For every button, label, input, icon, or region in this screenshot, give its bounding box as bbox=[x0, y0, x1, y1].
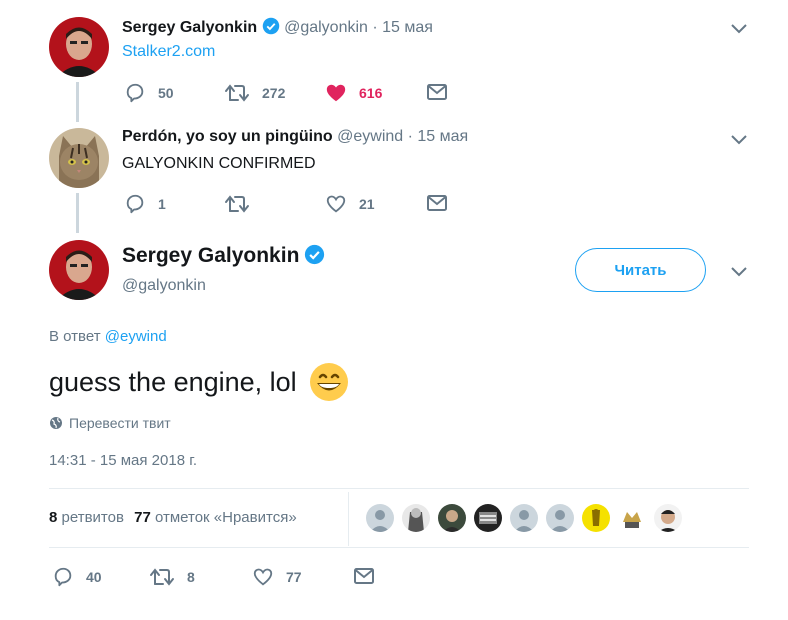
tweet1-header: Sergey Galyonkin @galyonkin · 15 мая bbox=[122, 17, 433, 37]
reply-to-link[interactable]: @eywind bbox=[105, 328, 167, 345]
heart-filled-icon bbox=[326, 84, 346, 102]
chevron-down-icon[interactable] bbox=[730, 266, 748, 278]
tweet2-author-name[interactable]: Perdón, yo soy un pingüino bbox=[122, 128, 333, 145]
chevron-down-icon[interactable] bbox=[730, 134, 748, 146]
tweet1-message-button[interactable] bbox=[426, 82, 460, 102]
reply-icon bbox=[126, 83, 144, 103]
envelope-icon bbox=[354, 568, 374, 584]
retweets-count: 8 bbox=[49, 509, 58, 526]
globe-icon bbox=[50, 417, 62, 429]
liker-avatar[interactable] bbox=[438, 504, 466, 532]
heart-icon bbox=[326, 195, 346, 213]
retweets-label: ретвитов bbox=[61, 509, 124, 526]
main-reply-button[interactable]: 40 bbox=[52, 566, 102, 588]
tweet2-header: Perdón, yo soy un pingüino @eywind · 15 … bbox=[122, 128, 468, 146]
tweet2-retweet-button[interactable] bbox=[224, 193, 262, 215]
thread-line bbox=[76, 82, 79, 122]
divider bbox=[348, 492, 349, 546]
engagement-stats: 8 ретвитов 77 отметок «Нравится» bbox=[49, 509, 297, 526]
chevron-down-icon[interactable] bbox=[730, 23, 748, 35]
liker-avatar[interactable] bbox=[654, 504, 682, 532]
tweet1-link[interactable]: Stalker2.com bbox=[122, 43, 215, 61]
translate-label: Перевести твит bbox=[69, 415, 171, 431]
main-tweet-text: guess the engine, lol bbox=[49, 366, 297, 397]
tweet2-reply-count: 1 bbox=[158, 196, 166, 212]
retweet-icon bbox=[225, 195, 249, 213]
grinning-face-emoji bbox=[309, 363, 348, 401]
main-author-name[interactable]: Sergey Galyonkin bbox=[122, 244, 299, 267]
main-tweet-text-wrap: guess the engine, lol bbox=[49, 362, 349, 402]
envelope-icon bbox=[427, 84, 447, 100]
main-author: Sergey Galyonkin bbox=[122, 244, 325, 268]
reply-icon bbox=[126, 194, 144, 214]
tweet2-like-button[interactable]: 21 bbox=[325, 193, 375, 215]
follow-button[interactable]: Читать bbox=[575, 248, 706, 292]
tweet1-retweet-button[interactable]: 272 bbox=[224, 82, 285, 104]
reply-prefix: В ответ bbox=[49, 328, 101, 345]
main-message-button[interactable] bbox=[353, 566, 387, 586]
main-like-button[interactable]: 77 bbox=[252, 566, 302, 588]
main-like-count: 77 bbox=[286, 569, 302, 585]
liker-avatar[interactable] bbox=[366, 504, 394, 532]
divider bbox=[49, 488, 749, 489]
thread-line bbox=[76, 193, 79, 233]
likes-label: отметок «Нравится» bbox=[154, 509, 297, 526]
tweet2-handle[interactable]: @eywind bbox=[337, 128, 403, 145]
liker-avatar[interactable] bbox=[582, 504, 610, 532]
envelope-icon bbox=[427, 195, 447, 211]
tweet1-reply-button[interactable]: 50 bbox=[124, 82, 174, 104]
main-handle[interactable]: @galyonkin bbox=[122, 277, 206, 295]
reply-icon bbox=[54, 567, 72, 587]
main-retweet-button[interactable]: 8 bbox=[149, 566, 195, 588]
liker-avatar[interactable] bbox=[510, 504, 538, 532]
verified-icon bbox=[304, 244, 324, 265]
tweet2-date[interactable]: · 15 мая bbox=[408, 128, 469, 145]
tweet2-text: GALYONKIN CONFIRMED bbox=[122, 155, 316, 172]
tweet1-handle[interactable]: @galyonkin bbox=[284, 19, 368, 36]
tweet1-like-button[interactable]: 616 bbox=[325, 82, 382, 104]
divider bbox=[49, 547, 749, 548]
verified-icon bbox=[262, 17, 279, 35]
likes-count: 77 bbox=[134, 509, 151, 526]
liker-avatar[interactable] bbox=[618, 504, 646, 532]
retweets-stat[interactable]: 8 ретвитов bbox=[49, 509, 124, 526]
likes-stat[interactable]: 77 отметок «Нравится» bbox=[134, 509, 297, 526]
tweet1-reply-count: 50 bbox=[158, 85, 174, 101]
tweet1-date[interactable]: · 15 мая bbox=[372, 19, 433, 36]
reply-context: В ответ @eywind bbox=[49, 328, 167, 345]
tweet1-retweet-count: 272 bbox=[262, 85, 286, 101]
avatar-galyonkin-main[interactable] bbox=[49, 240, 109, 300]
retweet-icon bbox=[150, 568, 174, 586]
heart-icon bbox=[253, 568, 273, 586]
avatar-eywind[interactable] bbox=[49, 128, 109, 188]
main-retweet-count: 8 bbox=[187, 569, 195, 585]
tweet2-reply-button[interactable]: 1 bbox=[124, 193, 166, 215]
tweet1-author-name[interactable]: Sergey Galyonkin bbox=[122, 19, 257, 36]
liker-avatar[interactable] bbox=[546, 504, 574, 532]
tweet2-message-button[interactable] bbox=[426, 193, 460, 213]
liker-avatar[interactable] bbox=[402, 504, 430, 532]
avatar-galyonkin[interactable] bbox=[49, 17, 109, 77]
retweet-icon bbox=[225, 84, 249, 102]
timestamp[interactable]: 14:31 - 15 мая 2018 г. bbox=[49, 452, 197, 469]
tweet1-like-count: 616 bbox=[359, 85, 383, 101]
tweet2-like-count: 21 bbox=[359, 196, 375, 212]
liker-avatar[interactable] bbox=[474, 504, 502, 532]
translate-tweet[interactable]: Перевести твит bbox=[49, 415, 171, 431]
main-reply-count: 40 bbox=[86, 569, 102, 585]
